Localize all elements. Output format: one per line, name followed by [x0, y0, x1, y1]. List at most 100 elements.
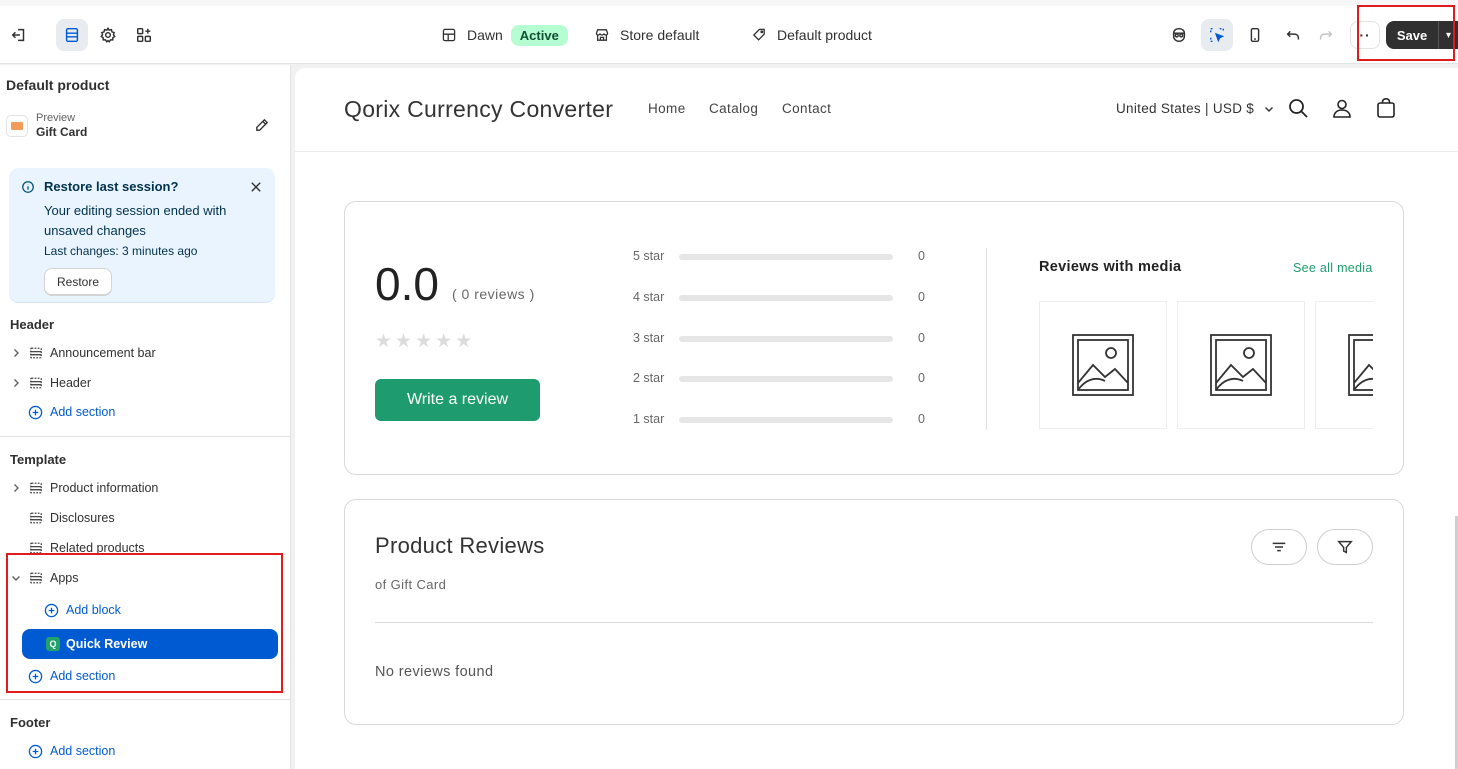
- star-level-count: 0: [918, 371, 925, 386]
- sidebar-title: Default product: [6, 77, 110, 93]
- product-reviews-title: Product Reviews: [375, 533, 545, 558]
- sidebar-item-label: Product information: [50, 481, 159, 495]
- nav-catalog[interactable]: Catalog: [709, 101, 758, 116]
- star-level-count: 0: [918, 412, 925, 427]
- gear-icon[interactable]: [92, 19, 124, 51]
- cart-icon[interactable]: [1375, 97, 1397, 119]
- pencil-icon[interactable]: [254, 117, 270, 133]
- sidebar-item-product-information[interactable]: Product information: [0, 475, 290, 501]
- plus-circle-icon: [28, 744, 43, 759]
- rating-stars: ★ ★ ★ ★ ★: [375, 332, 472, 351]
- plus-circle-icon: [28, 669, 43, 684]
- store-logo-text[interactable]: Qorix Currency Converter: [344, 96, 613, 123]
- rating-bar: [679, 254, 893, 260]
- chevron-right-icon[interactable]: [11, 483, 21, 493]
- select-icon[interactable]: [1201, 19, 1233, 51]
- add-block-button[interactable]: Add block: [0, 597, 290, 623]
- chevron-right-icon[interactable]: [11, 348, 21, 358]
- preview-selector[interactable]: Preview Gift Card: [6, 111, 276, 141]
- plus-circle-icon: [44, 603, 59, 618]
- divider: [0, 699, 290, 700]
- theme-name: Dawn: [467, 27, 503, 43]
- save-button[interactable]: Save: [1386, 21, 1438, 49]
- rating-bar: [679, 376, 893, 383]
- rating-bar: [679, 417, 893, 424]
- sidebar-item-header[interactable]: Header: [0, 370, 290, 396]
- average-rating: 0.0: [375, 258, 439, 310]
- filter-button[interactable]: [1317, 529, 1373, 565]
- media-placeholder[interactable]: [1039, 301, 1167, 429]
- undo-icon[interactable]: [1277, 19, 1309, 51]
- sidebar-item-label: Apps: [50, 571, 79, 585]
- sections-sidebar: Default product Preview Gift Card Restor…: [0, 65, 291, 769]
- redo-icon[interactable]: [1310, 19, 1342, 51]
- restore-button[interactable]: Restore: [44, 268, 112, 296]
- sidebar-item-label: Announcement bar: [50, 346, 156, 360]
- banner-last-changes: Last changes: 3 minutes ago: [44, 244, 198, 258]
- add-section-header-button[interactable]: Add section: [0, 399, 290, 425]
- chevron-down-icon[interactable]: [11, 573, 21, 583]
- save-options-chevron-icon[interactable]: ▾: [1438, 21, 1458, 49]
- search-icon[interactable]: [1287, 97, 1309, 119]
- preview-item-name: Gift Card: [36, 125, 88, 139]
- star-icon: ★: [455, 331, 473, 352]
- sidebar-item-disclosures[interactable]: Disclosures: [0, 505, 290, 531]
- mobile-icon[interactable]: [1239, 19, 1271, 51]
- add-section-template-button[interactable]: Add section: [0, 663, 290, 689]
- close-icon[interactable]: [249, 180, 263, 194]
- store-header: Qorix Currency Converter Home Catalog Co…: [295, 68, 1458, 152]
- star-level-count: 0: [918, 330, 925, 345]
- chevron-right-icon[interactable]: [11, 378, 21, 388]
- rating-distribution-row: 1 star 0: [633, 410, 933, 428]
- write-review-button[interactable]: Write a review: [375, 379, 540, 421]
- tag-icon: [752, 28, 765, 41]
- media-placeholder[interactable]: [1315, 301, 1373, 429]
- image-placeholder-icon: [1348, 334, 1373, 396]
- restore-session-banner: Restore last session? Your editing sessi…: [9, 168, 275, 302]
- section-icon: [30, 377, 42, 389]
- rating-distribution-row: 3 star 0: [633, 329, 933, 347]
- review-count: ( 0 reviews ): [452, 286, 535, 302]
- locale-label: United States | USD $: [1116, 101, 1255, 116]
- star-level-label: 5 star: [633, 249, 665, 263]
- store-icon: [595, 29, 609, 41]
- chevron-down-icon: [1265, 107, 1274, 113]
- template-selector[interactable]: Default product: [751, 23, 872, 47]
- sections-icon[interactable]: [56, 19, 88, 51]
- nav-home[interactable]: Home: [648, 101, 686, 116]
- section-icon: [30, 482, 42, 494]
- editor-topbar: Dawn Active Store default Default produc…: [0, 0, 1458, 64]
- add-section-label: Add section: [50, 669, 116, 683]
- image-placeholder-icon: [1210, 334, 1272, 396]
- inspector-icon[interactable]: [1163, 19, 1195, 51]
- apps-icon[interactable]: [128, 19, 160, 51]
- star-icon: ★: [415, 331, 433, 352]
- sidebar-item-label: Quick Review: [66, 637, 148, 651]
- star-level-label: 3 star: [633, 330, 665, 345]
- media-placeholder[interactable]: [1177, 301, 1305, 429]
- theme-selector[interactable]: Dawn Active: [441, 23, 568, 47]
- sidebar-item-announcement-bar[interactable]: Announcement bar: [0, 340, 290, 366]
- see-all-media-link[interactable]: See all media: [1293, 261, 1373, 275]
- country-currency-selector[interactable]: United States | USD $: [1116, 101, 1274, 116]
- rating-bar: [679, 294, 893, 301]
- star-icon: ★: [435, 331, 453, 352]
- nav-contact[interactable]: Contact: [782, 101, 831, 116]
- add-block-label: Add block: [66, 603, 121, 617]
- template-label: Default product: [777, 27, 872, 43]
- exit-icon[interactable]: [3, 19, 35, 51]
- account-icon[interactable]: [1331, 97, 1353, 119]
- section-icon: [30, 512, 42, 524]
- sidebar-item-related-products[interactable]: Related products: [0, 535, 290, 561]
- banner-title: Restore last session?: [44, 179, 179, 194]
- sort-button[interactable]: [1251, 529, 1307, 565]
- more-actions-button[interactable]: ··: [1350, 21, 1380, 49]
- sidebar-item-apps[interactable]: Apps: [0, 565, 290, 591]
- add-section-footer-button[interactable]: Add section: [0, 738, 290, 764]
- rating-distribution-row: 4 star 0: [633, 288, 933, 306]
- store-context-selector[interactable]: Store default: [594, 23, 699, 47]
- star-icon: ★: [395, 331, 413, 352]
- media-carousel: [1039, 301, 1373, 429]
- gift-card-thumbnail: [6, 115, 28, 137]
- sidebar-item-quick-review[interactable]: Q Quick Review: [22, 629, 278, 659]
